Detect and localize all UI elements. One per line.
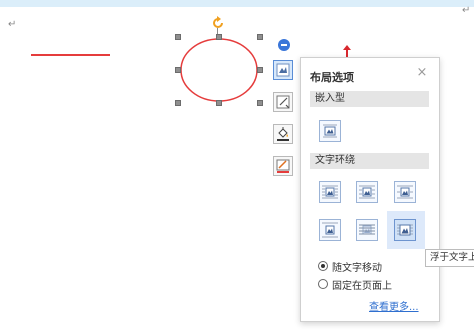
- inline-layout-icon: [323, 124, 337, 138]
- resize-handle-w[interactable]: [175, 67, 181, 73]
- in-front-of-text-icon: [397, 224, 413, 236]
- wrap-layout-icon: [276, 63, 290, 77]
- crop-button[interactable]: [273, 92, 293, 112]
- red-line-shape[interactable]: [31, 54, 110, 56]
- fill-bucket-icon: [277, 127, 289, 141]
- wrap-top-bottom-option[interactable]: [319, 219, 341, 241]
- inline-with-text-option[interactable]: [319, 120, 341, 142]
- crop-icon: [276, 95, 290, 109]
- behind-text-icon: [359, 224, 375, 235]
- ellipse-shape[interactable]: [178, 37, 260, 103]
- wrap-through-option[interactable]: [394, 181, 416, 203]
- wrap-section-header: 文字环绕: [310, 153, 429, 169]
- fix-on-page-label: 固定在页面上: [332, 281, 392, 292]
- see-more-link[interactable]: 查看更多...: [369, 298, 419, 313]
- ellipse-selection[interactable]: [175, 34, 263, 106]
- ribbon-edge: [0, 0, 474, 7]
- resize-handle-n[interactable]: [216, 34, 222, 40]
- outline-pen-icon: [276, 159, 290, 173]
- wrap-tight-option[interactable]: [356, 181, 378, 203]
- wrap-tight-icon: [359, 185, 375, 199]
- panel-title: 布局选项: [310, 71, 354, 84]
- resize-handle-se[interactable]: [257, 100, 263, 106]
- fix-on-page-radio[interactable]: [318, 279, 328, 289]
- inline-section-header: 嵌入型: [310, 91, 429, 107]
- wrap-through-icon: [397, 185, 413, 199]
- wrap-square-icon: [322, 185, 338, 199]
- paragraph-mark: ↵: [8, 19, 17, 30]
- outline-button[interactable]: [273, 156, 293, 176]
- fill-button[interactable]: [273, 124, 293, 144]
- resize-handle-s[interactable]: [216, 100, 222, 106]
- collapse-minus-icon[interactable]: [278, 39, 290, 51]
- close-icon[interactable]: ×: [416, 66, 428, 79]
- in-front-of-text-option[interactable]: [394, 219, 416, 241]
- move-with-text-radio[interactable]: [318, 261, 328, 271]
- mouse-cursor-icon: [342, 43, 352, 57]
- wrap-top-bottom-icon: [322, 222, 338, 238]
- resize-handle-e[interactable]: [257, 67, 263, 73]
- resize-handle-ne[interactable]: [257, 34, 263, 40]
- behind-text-option[interactable]: [356, 219, 378, 241]
- rotate-icon[interactable]: [211, 15, 225, 29]
- option-tooltip: 浮于文字上方: [425, 249, 474, 267]
- wrap-square-option[interactable]: [319, 181, 341, 203]
- resize-handle-sw[interactable]: [175, 100, 181, 106]
- paragraph-mark-right: ↵: [462, 5, 471, 16]
- layout-options-button[interactable]: [273, 60, 293, 80]
- resize-handle-nw[interactable]: [175, 34, 181, 40]
- layout-options-panel: 布局选项 × 嵌入型 文字环绕 随文字移动 固定在页面上 查看更多...: [300, 57, 440, 322]
- move-with-text-label: 随文字移动: [332, 263, 382, 274]
